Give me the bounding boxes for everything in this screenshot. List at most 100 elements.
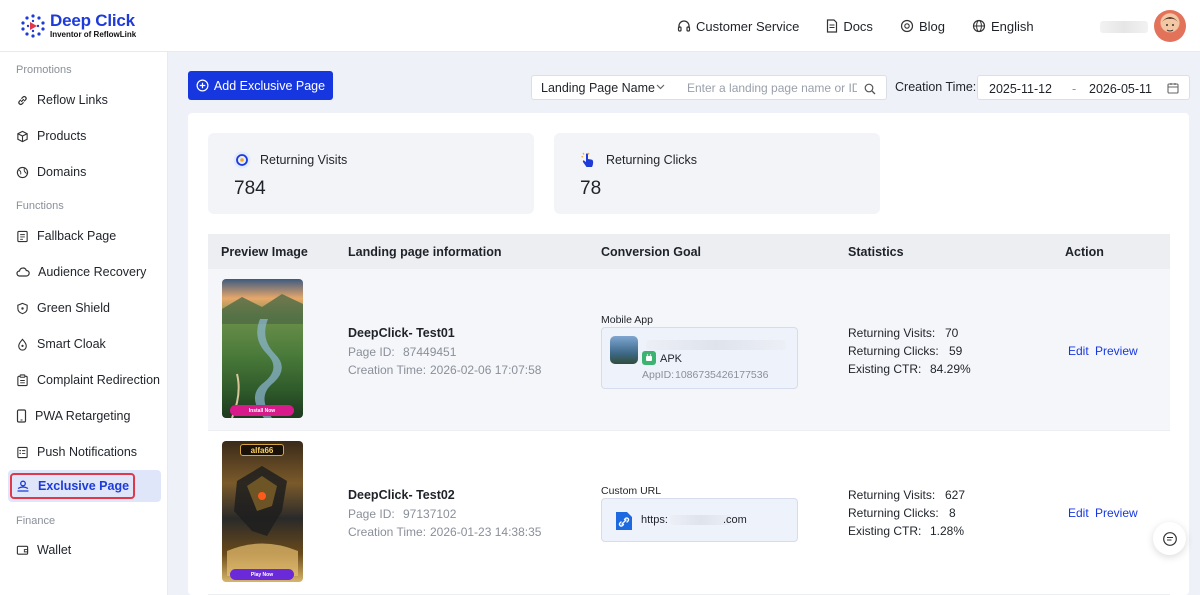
app-badge: APK [660, 353, 683, 365]
sidebar-section-promotions: Promotions [16, 64, 72, 76]
filter-field-value: Landing Page Name [541, 80, 655, 95]
sidebar-section-finance: Finance [16, 515, 56, 527]
date-end[interactable]: 2026-05-11 [1089, 82, 1152, 96]
sidebar-item-label: Wallet [37, 543, 72, 557]
url-goal-card: https: .com [601, 498, 798, 542]
bell-list-icon [17, 446, 28, 458]
creation-time-label: Creation Time: [348, 363, 427, 377]
chat-support-button[interactable] [1153, 522, 1186, 555]
stat-existing-ctr-label: Existing CTR: [848, 362, 922, 376]
sidebar-item-green-shield[interactable]: Green Shield [8, 292, 161, 324]
nav-blog[interactable]: Blog [900, 19, 945, 34]
creation-time-label: Creation Time: [895, 80, 977, 94]
sidebar-item-smart-cloak[interactable]: Smart Cloak [8, 328, 161, 360]
eye-icon [233, 151, 251, 169]
chat-icon [1162, 531, 1177, 546]
sidebar-item-push-notifications[interactable]: Push Notifications [8, 436, 161, 468]
creation-time: 2026-01-23 14:38:35 [430, 525, 542, 539]
sidebar-item-pwa-retargeting[interactable]: PWA Retargeting [8, 400, 161, 432]
edit-link[interactable]: Edit [1068, 506, 1089, 520]
col-preview-image: Preview Image [221, 245, 308, 259]
plus-circle-icon [196, 79, 209, 92]
tap-hand-icon [581, 152, 594, 167]
landing-page-name: DeepClick- Test02 [348, 488, 455, 502]
nav-customer-service-label: Customer Service [696, 18, 800, 34]
nav-language-label: English [990, 18, 1034, 34]
date-start[interactable]: 2025-11-12 [989, 82, 1052, 96]
conversion-goal-type: Custom URL [601, 485, 662, 497]
creation-time-label: Creation Time: [348, 525, 427, 539]
dragon-illustration [227, 466, 298, 576]
table-row: Install Now DeepClick- Test01 Page ID: 8… [208, 269, 1170, 431]
brand-logo[interactable]: Deep Click Inventor of ReflowLink [20, 12, 136, 39]
app-id: 1086735426177536 [675, 369, 769, 381]
sidebar-item-exclusive-page[interactable]: Exclusive Page [8, 470, 161, 502]
landing-page-name: DeepClick- Test01 [348, 326, 455, 340]
app-name-blurred [646, 340, 786, 350]
search-icon[interactable] [864, 83, 876, 95]
edit-link[interactable]: Edit [1068, 344, 1089, 358]
cube-icon [17, 130, 28, 142]
sidebar-item-wallet[interactable]: Wallet [8, 534, 161, 566]
document-icon [17, 230, 28, 242]
preview-brand: alfa66 [240, 444, 284, 456]
sidebar-item-complaint-redirection[interactable]: Complaint Redirection [8, 364, 161, 396]
sidebar-item-domains[interactable]: Domains [8, 156, 161, 188]
link-file-icon [616, 512, 632, 530]
creation-time: 2026-02-06 17:07:58 [430, 363, 542, 377]
avatar[interactable] [1154, 10, 1186, 42]
sidebar-item-products[interactable]: Products [8, 120, 161, 152]
stat-returning-clicks-label: Returning Clicks: [848, 344, 939, 358]
nav-customer-service[interactable]: Customer Service [677, 19, 799, 34]
sidebar-item-audience-recovery[interactable]: Audience Recovery [8, 256, 161, 288]
app-id-label: AppID: [642, 369, 675, 381]
table-header: Preview Image Landing page information C… [208, 234, 1170, 269]
top-header: Deep Click Inventor of ReflowLink Custom… [0, 0, 1200, 52]
preview-image[interactable]: Install Now [222, 279, 303, 418]
user-name-blurred [1100, 21, 1148, 33]
add-exclusive-page-button[interactable]: Add Exclusive Page [188, 71, 333, 100]
phone-icon [16, 409, 27, 423]
sidebar-item-label: Fallback Page [37, 229, 117, 243]
stat-card-returning-clicks: Returning Clicks 78 [554, 133, 880, 214]
stat-returning-visits: 627 [945, 488, 966, 502]
sidebar-item-fallback-page[interactable]: Fallback Page [8, 220, 161, 252]
stat-returning-clicks: 8 [949, 506, 956, 520]
sidebar-item-label: Smart Cloak [37, 337, 106, 351]
drop-icon [18, 338, 27, 351]
sidebar-item-label: Green Shield [37, 301, 110, 315]
preview-link[interactable]: Preview [1095, 344, 1138, 358]
stat-label: Returning Clicks [606, 153, 698, 167]
page-id-label: Page ID: [348, 507, 395, 521]
sidebar-item-label: Domains [37, 165, 87, 179]
preview-link[interactable]: Preview [1095, 506, 1138, 520]
search-input[interactable] [677, 80, 857, 95]
cloud-icon [16, 267, 30, 277]
page-id-label: Page ID: [348, 345, 395, 359]
filter-field-select[interactable]: Landing Page Name [531, 75, 678, 100]
nav-docs-label: Docs [843, 18, 873, 34]
preview-image[interactable]: alfa66 Play Now [222, 441, 303, 582]
chevron-down-icon [656, 84, 665, 90]
nav-docs[interactable]: Docs [826, 19, 873, 34]
android-icon [642, 351, 656, 365]
date-range-picker[interactable]: 2025-11-12 - 2026-05-11 [977, 75, 1190, 100]
conversion-goal-type: Mobile App [601, 314, 653, 326]
link-icon [18, 95, 27, 105]
sidebar-item-label: Audience Recovery [38, 265, 147, 279]
sidebar: Promotions Reflow Links Products Domains… [0, 52, 168, 595]
sidebar-item-reflow-links[interactable]: Reflow Links [8, 84, 161, 116]
stat-existing-ctr-label: Existing CTR: [848, 524, 922, 538]
globe-icon [972, 19, 986, 33]
preview-play-button: Play Now [230, 569, 294, 580]
landscape-illustration [222, 294, 303, 418]
app-icon [610, 336, 638, 364]
url-suffix: .com [723, 514, 747, 526]
active-highlight-box [10, 473, 135, 499]
top-nav: Customer Service Docs Blog English [677, 0, 1061, 52]
stat-returning-clicks: 59 [949, 344, 963, 358]
nav-language[interactable]: English [972, 19, 1034, 34]
clipboard-icon [17, 373, 28, 386]
nav-blog-label: Blog [918, 18, 945, 34]
stat-returning-clicks-label: Returning Clicks: [848, 506, 939, 520]
